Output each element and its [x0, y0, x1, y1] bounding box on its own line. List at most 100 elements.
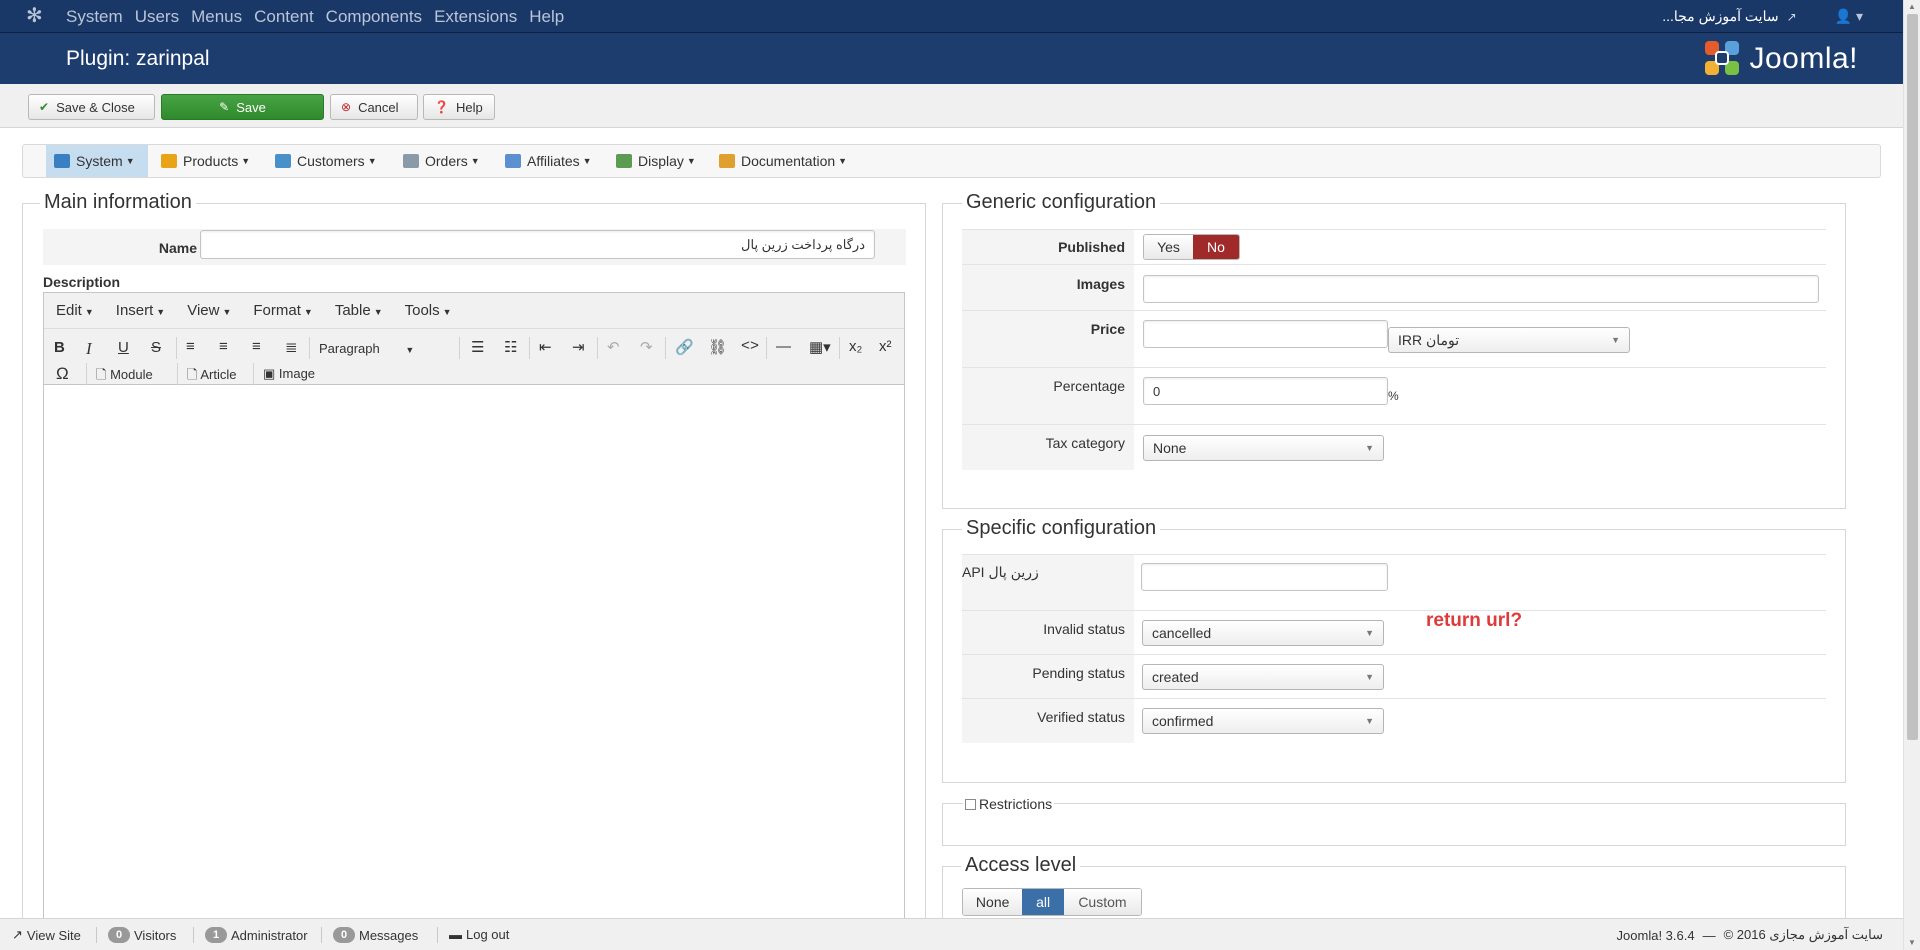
pending-status-select[interactable]: created ▼ — [1142, 664, 1384, 690]
menu-extensions[interactable]: Extensions — [434, 7, 517, 27]
page-scrollbar[interactable]: ▲ ▼ — [1903, 0, 1920, 950]
joomla-logo: Joomla! — [1703, 39, 1858, 79]
outdent-icon[interactable]: ⇤ — [539, 338, 552, 356]
price-input[interactable] — [1143, 320, 1388, 348]
specific-configuration-legend: Specific configuration — [962, 517, 1161, 540]
external-link-icon: ↗ — [1786, 9, 1797, 24]
invalid-status-value: cancelled — [1152, 625, 1212, 641]
version-text: Joomla! 3.6.4 — [1616, 927, 1695, 943]
special-char-icon[interactable]: Ω — [56, 364, 69, 384]
menu-content[interactable]: Content — [254, 7, 314, 27]
save-button[interactable]: ✎ Save — [161, 94, 324, 120]
nav-orders[interactable]: Orders ▼ — [395, 145, 488, 177]
access-custom-button[interactable]: Custom — [1063, 889, 1141, 915]
align-left-icon[interactable]: ≡ — [186, 338, 195, 355]
editor-menu-edit[interactable]: Edit ▼ — [56, 302, 94, 319]
wrench-icon — [54, 154, 70, 168]
tax-category-value: None — [1153, 440, 1187, 456]
nav-system[interactable]: System ▼ — [46, 145, 148, 177]
save-close-button[interactable]: ✔ Save & Close — [28, 94, 155, 120]
cancel-button[interactable]: ⊗ Cancel — [330, 94, 418, 120]
indent-icon[interactable]: ⇥ — [572, 338, 585, 356]
editor-menu-table[interactable]: Table ▼ — [335, 302, 383, 319]
menu-components[interactable]: Components — [326, 7, 422, 27]
editor-menu-format[interactable]: Format ▼ — [253, 302, 312, 319]
published-no-button[interactable]: No — [1192, 235, 1239, 259]
nav-display[interactable]: Display ▼ — [608, 145, 704, 177]
footer-dash: — — [1702, 927, 1716, 943]
help-button[interactable]: ❓ Help — [423, 94, 495, 120]
display-icon — [616, 154, 632, 168]
subscript-icon[interactable]: x₂ — [849, 338, 862, 355]
nav-customers[interactable]: Customers ▼ — [267, 145, 385, 177]
code-icon[interactable]: <> — [741, 338, 759, 355]
access-all-button[interactable]: all — [1022, 889, 1064, 915]
scroll-up-icon[interactable]: ▲ — [1908, 2, 1916, 11]
view-site-link[interactable]: ↗ View Site — [12, 927, 81, 943]
scrollbar-thumb[interactable] — [1907, 14, 1918, 740]
editor-menu-tools[interactable]: Tools ▼ — [405, 302, 452, 319]
restrictions-checkbox[interactable] — [965, 798, 976, 810]
italic-icon[interactable]: I — [86, 339, 92, 359]
image-button[interactable]: ▣ Image — [263, 366, 315, 382]
align-justify-icon[interactable]: ≣ — [285, 338, 298, 356]
restrictions-legend: Restrictions — [963, 796, 1055, 812]
nav-orders-label: Orders — [425, 153, 468, 169]
link-icon[interactable]: 🔗 — [675, 338, 694, 356]
site-name-link[interactable]: ...سایت آموزش مجا — [1662, 8, 1778, 25]
admin-navbar: ✻ System Users Menus Content Components … — [0, 0, 1903, 33]
page-title: Plugin: zarinpal — [66, 47, 210, 70]
strikethrough-icon[interactable]: S — [151, 339, 161, 356]
menu-users[interactable]: Users — [135, 7, 179, 27]
align-center-icon[interactable]: ≡ — [219, 338, 228, 355]
access-level-legend: Access level — [961, 854, 1081, 877]
superscript-icon[interactable]: x² — [879, 338, 892, 355]
messages-status[interactable]: 0 Messages — [333, 927, 418, 943]
price-label: Price — [1090, 321, 1125, 337]
horizontal-rule-icon[interactable]: — — [776, 338, 791, 355]
percentage-input[interactable]: 0 — [1143, 377, 1388, 405]
bullet-list-icon[interactable]: ☰ — [471, 338, 484, 356]
table-icon[interactable]: ▦▾ — [809, 338, 831, 356]
images-input[interactable] — [1143, 275, 1819, 303]
api-input[interactable] — [1141, 563, 1388, 591]
redo-icon[interactable]: ↷ — [640, 338, 653, 356]
scroll-down-icon[interactable]: ▼ — [1908, 938, 1916, 947]
chevron-down-icon: ▼ — [1611, 335, 1620, 345]
user-icon[interactable]: 👤 ▾ — [1835, 8, 1863, 25]
editor-menu-insert[interactable]: Insert ▼ — [116, 302, 165, 319]
nav-affiliates[interactable]: Affiliates ▼ — [497, 145, 600, 177]
annotation-text: return url? — [1426, 610, 1523, 631]
nav-products-label: Products — [183, 153, 239, 169]
generic-label-column — [962, 229, 1134, 470]
copyright-text: سایت آموزش مجازی 2016 © — [1723, 927, 1883, 942]
menu-system[interactable]: System — [66, 7, 123, 27]
access-none-button[interactable]: None — [963, 889, 1023, 915]
undo-icon[interactable]: ↶ — [607, 338, 620, 356]
nav-products[interactable]: Products ▼ — [153, 145, 258, 177]
invalid-status-select[interactable]: cancelled ▼ — [1142, 620, 1384, 646]
logout-link[interactable]: ▬ Log out — [449, 927, 509, 942]
joomla-icon[interactable]: ✻ — [26, 5, 48, 27]
align-right-icon[interactable]: ≡ — [252, 338, 261, 355]
name-input[interactable]: درگاه پرداخت زرین پال — [200, 230, 875, 259]
tax-category-select[interactable]: None ▼ — [1143, 435, 1384, 461]
menu-help[interactable]: Help — [529, 7, 564, 27]
help-label: Help — [455, 99, 483, 115]
published-yes-button[interactable]: Yes — [1144, 235, 1193, 259]
bold-icon[interactable]: B — [54, 339, 65, 356]
restrictions-label: Restrictions — [979, 796, 1053, 812]
editor-content-area[interactable] — [44, 385, 904, 941]
save-label: Save — [236, 99, 266, 115]
admin-menu: System Users Menus Content Components Ex… — [60, 0, 570, 33]
verified-status-select[interactable]: confirmed ▼ — [1142, 708, 1384, 734]
nav-documentation[interactable]: Documentation ▼ — [711, 145, 855, 177]
unlink-icon[interactable]: ⛓ — [708, 338, 727, 356]
underline-icon[interactable]: U — [118, 339, 129, 356]
currency-select[interactable]: تومان IRR ▼ — [1388, 327, 1630, 353]
numbered-list-icon[interactable]: ☷ — [504, 338, 517, 356]
menu-menus[interactable]: Menus — [191, 7, 242, 27]
orders-icon — [403, 154, 419, 168]
editor-menu-view[interactable]: View ▼ — [187, 302, 231, 319]
paragraph-select[interactable]: Paragraph ▼ — [319, 341, 414, 356]
